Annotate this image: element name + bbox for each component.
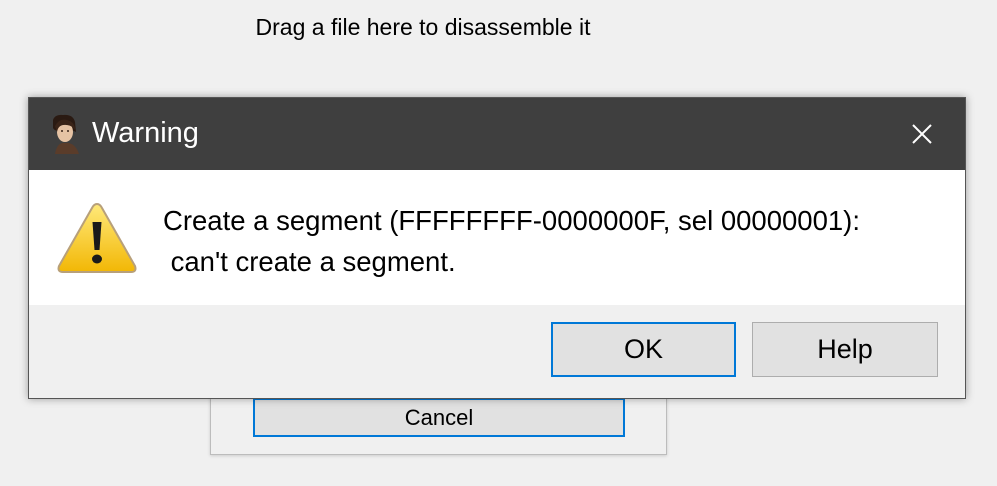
drop-hint-text: Drag a file here to disassemble it xyxy=(255,14,591,40)
warning-triangle-icon xyxy=(57,202,137,273)
cancel-button[interactable]: Cancel xyxy=(253,398,625,437)
message-line-1: Create a segment (FFFFFFFF-0000000F, sel… xyxy=(163,205,860,236)
help-button[interactable]: Help xyxy=(752,322,938,377)
close-icon xyxy=(912,124,932,144)
message-line-2: can't create a segment. xyxy=(163,246,456,277)
warning-dialog: Warning Create a segment (FFFFFFFF-00000… xyxy=(28,97,966,399)
close-button[interactable] xyxy=(879,98,965,170)
ok-button[interactable]: OK xyxy=(551,322,736,377)
warning-message: Create a segment (FFFFFFFF-0000000F, sel… xyxy=(163,200,860,282)
dialog-content: Create a segment (FFFFFFFF-0000000F, sel… xyxy=(29,170,965,305)
dialog-title: Warning xyxy=(92,117,199,149)
dialog-titlebar[interactable]: Warning xyxy=(29,98,965,170)
portrait-icon xyxy=(49,114,83,154)
dialog-footer: OK Help xyxy=(29,305,965,398)
